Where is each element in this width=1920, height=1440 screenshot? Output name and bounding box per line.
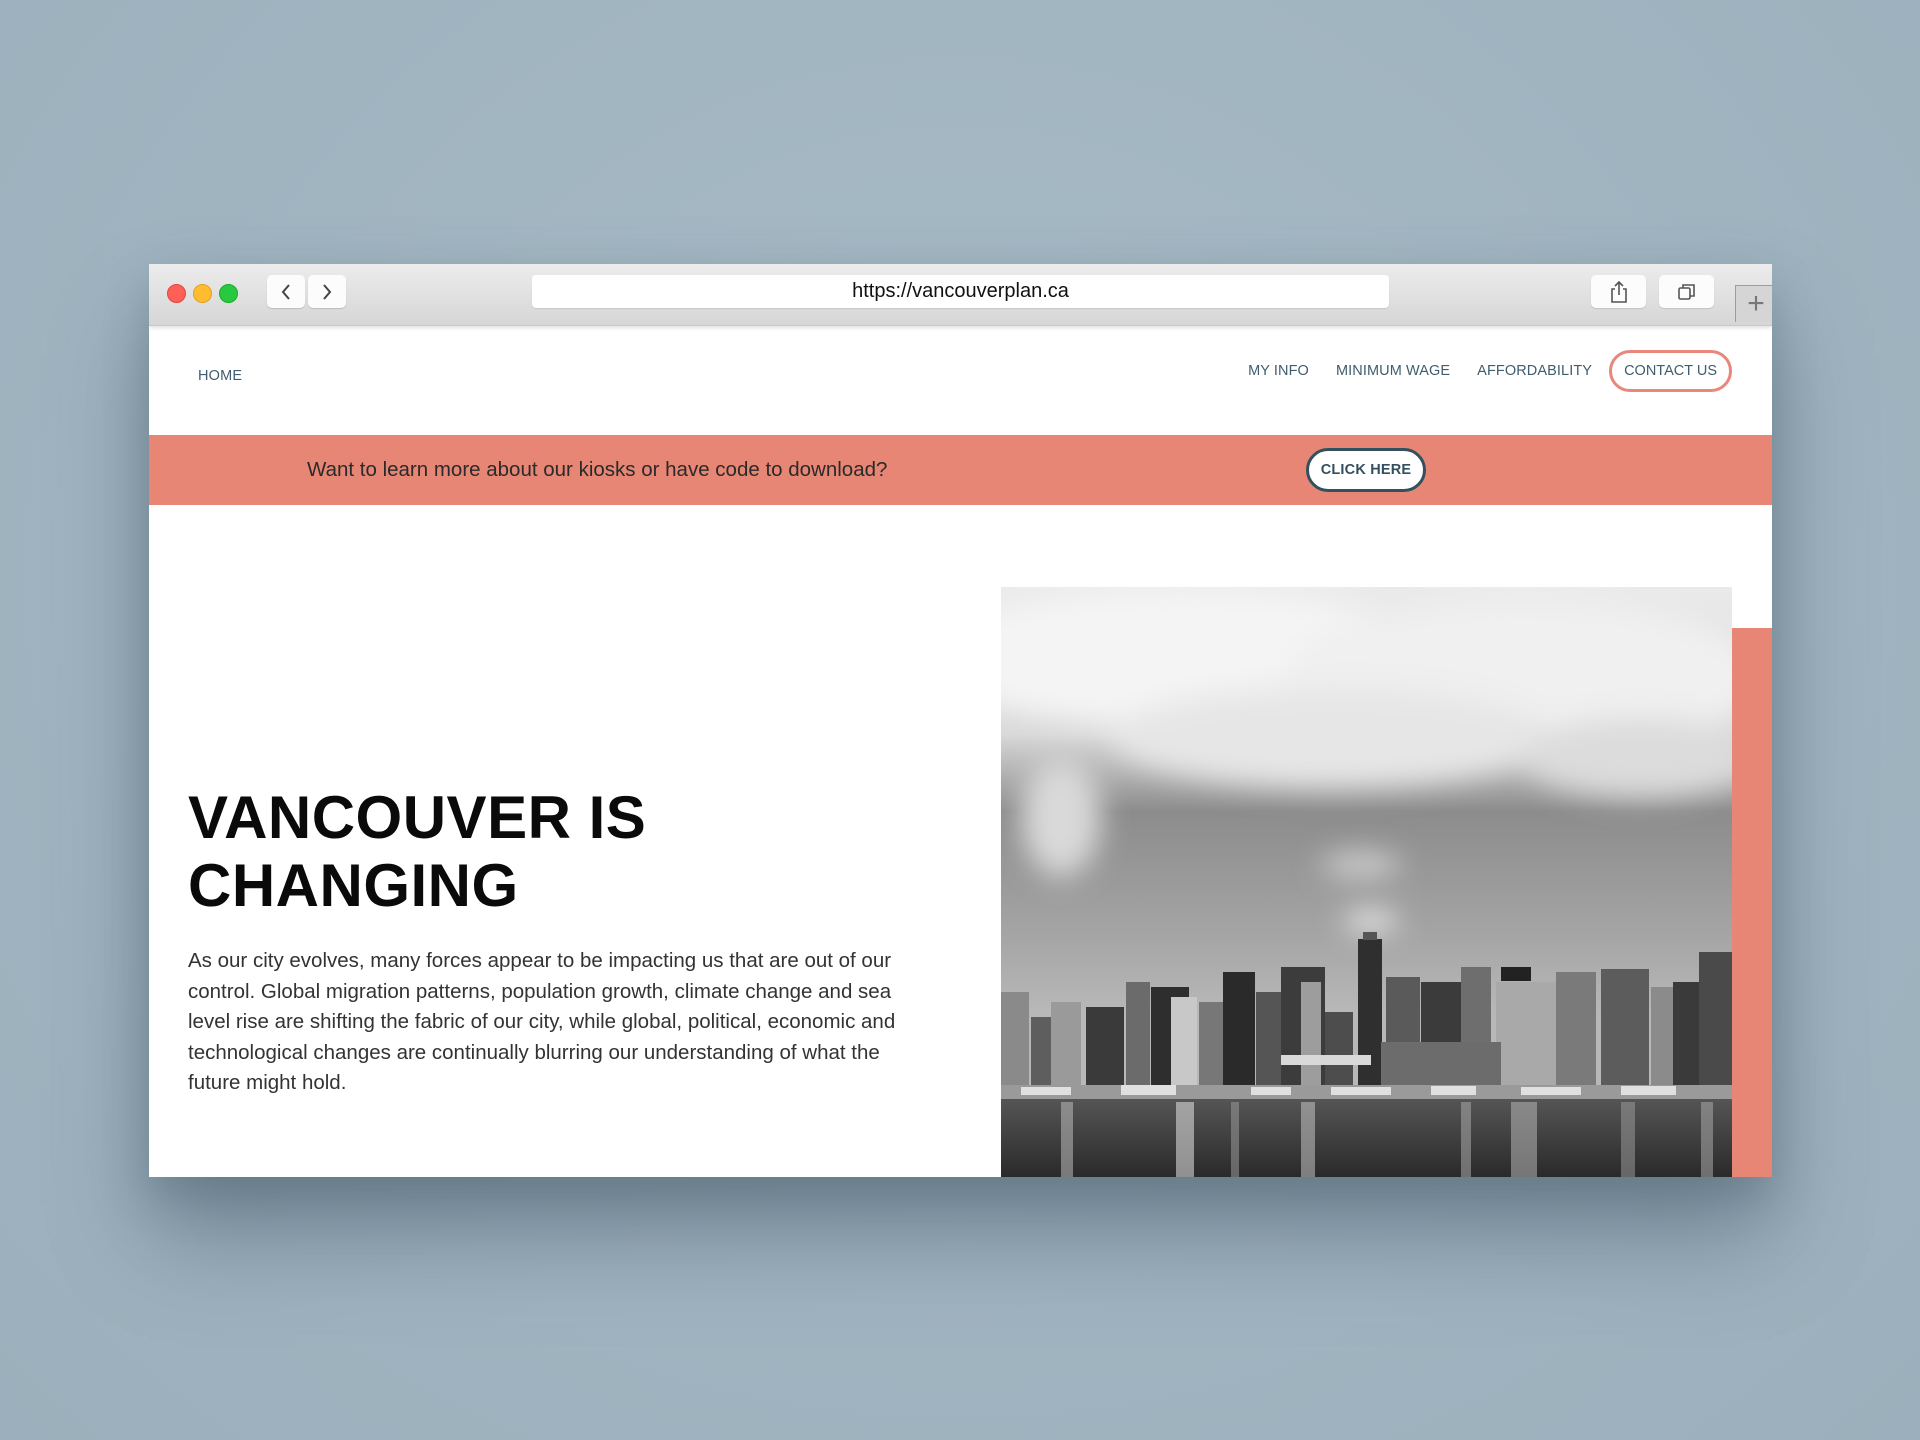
headline-line-1: VANCOUVER IS [188,784,647,851]
chevron-left-icon [281,283,290,300]
hero-headline: VANCOUVER IS CHANGING [188,784,646,920]
contact-us-button[interactable]: CONTACT US [1609,350,1732,392]
tabs-overview-icon [1677,283,1695,300]
share-button[interactable] [1591,275,1646,308]
kiosk-banner: Want to learn more about our kiosks or h… [149,435,1772,505]
tabs-overview-button[interactable] [1659,275,1714,308]
plus-icon: + [1747,287,1765,320]
main-nav: MY INFO MINIMUM WAGE AFFORDABILITY CONTA… [1221,350,1732,392]
browser-window: https://vancouverplan.ca + HOME MY INFO … [149,264,1772,1177]
headline-line-2: CHANGING [188,852,519,919]
site-header: HOME MY INFO MINIMUM WAGE AFFORDABILITY … [149,325,1772,435]
minimize-window-icon[interactable] [193,284,212,303]
nav-affordability[interactable]: AFFORDABILITY [1477,363,1592,379]
back-button[interactable] [267,275,305,308]
skyline-photo [1001,587,1732,1177]
marina [1001,1085,1732,1099]
banner-text: Want to learn more about our kiosks or h… [307,458,888,481]
share-icon [1610,280,1627,303]
accent-strip [1732,628,1772,1177]
zoom-window-icon[interactable] [219,284,238,303]
browser-toolbar: https://vancouverplan.ca + [149,264,1772,326]
url-text: https://vancouverplan.ca [852,280,1069,302]
close-window-icon[interactable] [167,284,186,303]
nav-my-info[interactable]: MY INFO [1248,363,1309,379]
hero-body-text: As our city evolves, many forces appear … [188,949,896,1094]
forward-button[interactable] [308,275,346,308]
chevron-right-icon [323,283,332,300]
new-tab-button[interactable]: + [1735,285,1772,322]
skyline-illustration [1001,587,1732,1177]
click-here-button[interactable]: CLICK HERE [1306,448,1426,492]
nav-home[interactable]: HOME [198,368,242,384]
address-bar[interactable]: https://vancouverplan.ca [532,275,1389,308]
nav-minimum-wage[interactable]: MINIMUM WAGE [1336,363,1450,379]
